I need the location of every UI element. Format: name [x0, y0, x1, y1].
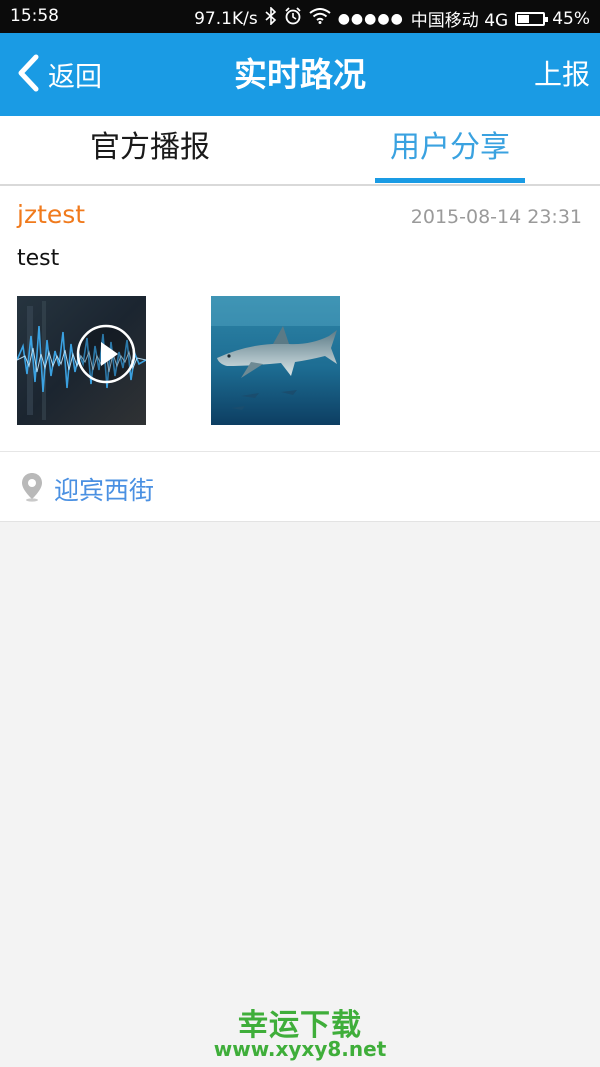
bluetooth-icon — [265, 6, 277, 30]
watermark-url: www.xyxy8.net — [213, 1037, 387, 1061]
location-text: 迎宾西街 — [54, 476, 155, 505]
status-time: 15:58 — [10, 6, 59, 26]
tab-user-share[interactable]: 用户分享 — [300, 116, 600, 184]
post-content: test — [17, 246, 60, 271]
post-username[interactable]: jztest — [17, 200, 85, 229]
status-bar: 15:58 97.1K/s ●●●●● 中国移动 4G 45% — [0, 0, 600, 33]
shark-photo-thumbnail[interactable] — [211, 296, 340, 425]
video-thumbnail[interactable] — [17, 296, 146, 425]
wifi-icon — [309, 8, 331, 29]
location-row[interactable]: 迎宾西街 — [0, 452, 600, 522]
battery-icon — [515, 11, 549, 26]
active-tab-indicator — [375, 178, 525, 183]
battery-percent: 45% — [552, 8, 590, 29]
alarm-icon — [284, 7, 302, 30]
page-title: 实时路况 — [234, 55, 366, 94]
post-timestamp: 2015-08-14 23:31 — [410, 206, 582, 228]
location-pin-icon — [21, 472, 43, 506]
signal-icon: ●●●●● — [337, 10, 404, 27]
title-bar: 返回 实时路况 上报 — [0, 33, 600, 116]
tab-bar: 官方播报 用户分享 — [0, 116, 600, 186]
net-speed: 97.1K/s — [194, 8, 258, 29]
status-right: 97.1K/s ●●●●● 中国移动 4G 45% — [194, 6, 590, 31]
tab-official[interactable]: 官方播报 — [0, 116, 300, 184]
post-card: jztest 2015-08-14 23:31 test — [0, 186, 600, 452]
carrier: 中国移动 4G — [410, 11, 509, 31]
report-button[interactable]: 上报 — [534, 33, 590, 116]
